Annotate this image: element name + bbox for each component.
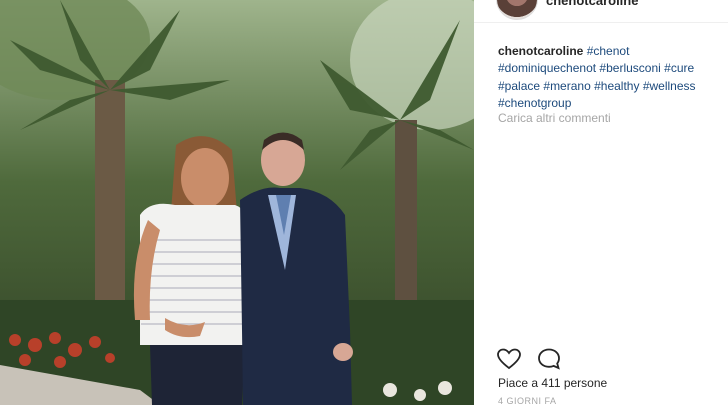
hashtag-merano[interactable]: #merano xyxy=(543,79,590,93)
post-header: chenotcaroline xyxy=(474,0,728,22)
heart-outline-icon[interactable] xyxy=(496,347,522,371)
hashtag-healthy[interactable]: #healthy xyxy=(594,79,639,93)
post-sidebar: chenotcaroline chenotcaroline #chenot #d… xyxy=(474,0,728,406)
username-link[interactable]: chenotcaroline xyxy=(546,0,638,8)
photo-scene xyxy=(0,0,474,405)
load-more-comments-link[interactable]: Carica altri commenti xyxy=(498,111,611,125)
hashtag-wellness[interactable]: #wellness xyxy=(643,79,696,93)
post-photo[interactable] xyxy=(0,0,474,405)
caption-username[interactable]: chenotcaroline xyxy=(498,44,583,58)
avatar[interactable] xyxy=(496,0,538,20)
hashtag-cure[interactable]: #cure xyxy=(664,61,694,75)
speech-bubble-icon[interactable] xyxy=(536,347,562,371)
header-divider xyxy=(474,22,728,23)
hashtag-berlusconi[interactable]: #berlusconi xyxy=(599,61,660,75)
likes-count[interactable]: Piace a 411 persone xyxy=(498,376,607,390)
hashtag-dominiquechenot[interactable]: #dominiquechenot xyxy=(498,61,596,75)
post-caption: chenotcaroline #chenot #dominiquechenot … xyxy=(498,43,726,112)
hashtag-chenot[interactable]: #chenot xyxy=(587,44,630,58)
hashtag-chenotgroup[interactable]: #chenotgroup xyxy=(498,96,571,110)
hashtag-palace[interactable]: #palace xyxy=(498,79,540,93)
